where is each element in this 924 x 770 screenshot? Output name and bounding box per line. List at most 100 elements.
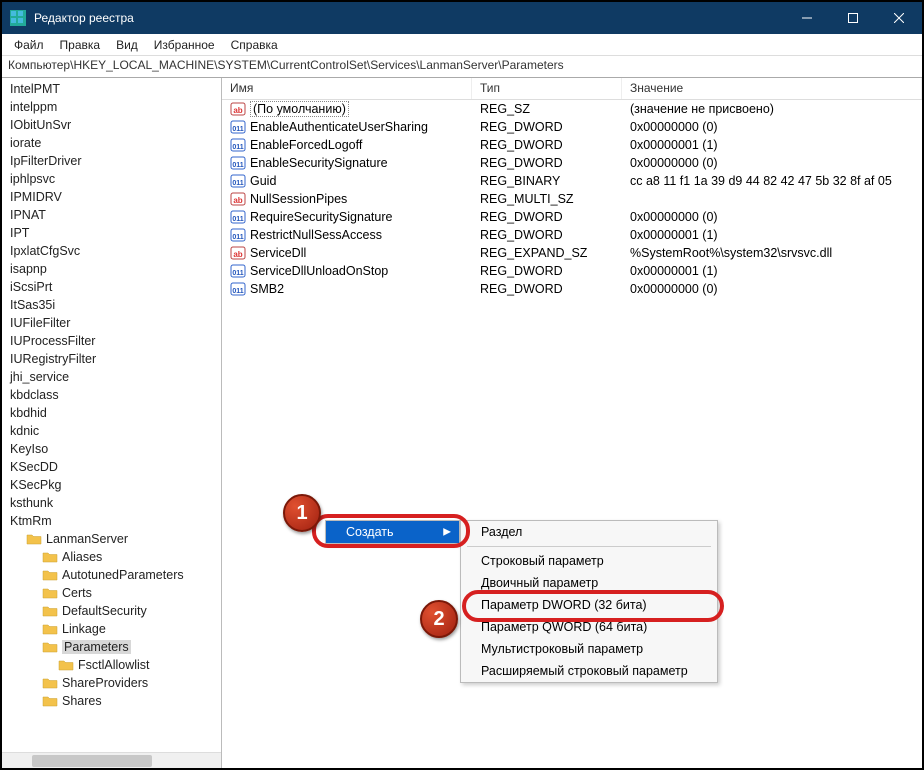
tree-item-label: iorate — [10, 136, 41, 150]
tree-item[interactable]: isapnp — [2, 260, 221, 278]
tree-item[interactable]: iScsiPrt — [2, 278, 221, 296]
submenu-qword[interactable]: Параметр QWORD (64 бита) — [461, 616, 717, 638]
row-type: REG_DWORD — [472, 264, 622, 278]
submenu-string[interactable]: Строковый параметр — [461, 550, 717, 572]
table-row[interactable]: abServiceDllREG_EXPAND_SZ%SystemRoot%\sy… — [222, 244, 922, 262]
tree-item[interactable]: FsctlAllowlist — [2, 656, 221, 674]
row-value: cc a8 11 f1 1a 39 d9 44 82 42 47 5b 32 8… — [622, 174, 922, 188]
tree-item-label: IpxlatCfgSvc — [10, 244, 80, 258]
tree-item-label: KeyIso — [10, 442, 48, 456]
menu-view[interactable]: Вид — [108, 36, 146, 54]
tree-item[interactable]: kdnic — [2, 422, 221, 440]
table-row[interactable]: 011EnableForcedLogoffREG_DWORD0x00000001… — [222, 136, 922, 154]
tree-item[interactable]: DefaultSecurity — [2, 602, 221, 620]
tree-item[interactable]: ksthunk — [2, 494, 221, 512]
menu-file[interactable]: Файл — [6, 36, 52, 54]
tree-item[interactable]: iorate — [2, 134, 221, 152]
tree-item-label: ShareProviders — [62, 676, 148, 690]
col-value-header[interactable]: Значение — [622, 78, 922, 99]
tree-item-label: kdnic — [10, 424, 39, 438]
table-row[interactable]: 011ServiceDllUnloadOnStopREG_DWORD0x0000… — [222, 262, 922, 280]
row-name: (По умолчанию) — [250, 102, 349, 116]
tree-item[interactable]: intelppm — [2, 98, 221, 116]
submenu-expand[interactable]: Расширяемый строковый параметр — [461, 660, 717, 682]
tree-item[interactable]: IUProcessFilter — [2, 332, 221, 350]
tree-item[interactable]: KSecDD — [2, 458, 221, 476]
submenu-dword[interactable]: Параметр DWORD (32 бита) — [461, 594, 717, 616]
tree-item-label: IUProcessFilter — [10, 334, 95, 348]
tree-item-label: IObitUnSvr — [10, 118, 71, 132]
row-value: %SystemRoot%\system32\srvsvc.dll — [622, 246, 922, 260]
tree-item[interactable]: IObitUnSvr — [2, 116, 221, 134]
tree-item[interactable]: AutotunedParameters — [2, 566, 221, 584]
tree-item[interactable]: KeyIso — [2, 440, 221, 458]
close-button[interactable] — [876, 2, 922, 34]
row-value: 0x00000000 (0) — [622, 282, 922, 296]
tree-item[interactable]: IpxlatCfgSvc — [2, 242, 221, 260]
table-row[interactable]: ab(По умолчанию)REG_SZ(значение не присв… — [222, 100, 922, 118]
context-submenu-create: Раздел Строковый параметр Двоичный парам… — [460, 520, 718, 683]
menu-help[interactable]: Справка — [223, 36, 286, 54]
submenu-multi[interactable]: Мультистроковый параметр — [461, 638, 717, 660]
menu-edit[interactable]: Правка — [52, 36, 109, 54]
tree-item-label: Parameters — [62, 640, 131, 654]
table-row[interactable]: 011SMB2REG_DWORD0x00000000 (0) — [222, 280, 922, 298]
tree-item[interactable]: Parameters — [2, 638, 221, 656]
row-type: REG_EXPAND_SZ — [472, 246, 622, 260]
tree-item-label: DefaultSecurity — [62, 604, 147, 618]
table-row[interactable]: 011EnableAuthenticateUserSharingREG_DWOR… — [222, 118, 922, 136]
app-icon — [10, 10, 26, 26]
menu-favorites[interactable]: Избранное — [146, 36, 223, 54]
svg-text:011: 011 — [232, 234, 243, 241]
table-row[interactable]: 011EnableSecuritySignatureREG_DWORD0x000… — [222, 154, 922, 172]
context-create[interactable]: Создать ▶ — [326, 521, 459, 543]
submenu-key[interactable]: Раздел — [461, 521, 717, 543]
col-type-header[interactable]: Тип — [472, 78, 622, 99]
menu-bar: Файл Правка Вид Избранное Справка — [2, 34, 922, 56]
tree-item-label: KSecDD — [10, 460, 58, 474]
tree-item[interactable]: IURegistryFilter — [2, 350, 221, 368]
table-row[interactable]: 011GuidREG_BINARYcc a8 11 f1 1a 39 d9 44… — [222, 172, 922, 190]
tree-item[interactable]: KSecPkg — [2, 476, 221, 494]
row-name: EnableSecuritySignature — [250, 156, 388, 170]
address-bar[interactable]: Компьютер\HKEY_LOCAL_MACHINE\SYSTEM\Curr… — [2, 56, 922, 78]
row-type: REG_DWORD — [472, 156, 622, 170]
tree-item[interactable]: LanmanServer — [2, 530, 221, 548]
svg-text:011: 011 — [232, 216, 243, 223]
tree-item-label: Shares — [62, 694, 102, 708]
tree-item[interactable]: Certs — [2, 584, 221, 602]
tree-item[interactable]: Aliases — [2, 548, 221, 566]
tree-pane[interactable]: IntelPMTintelppm IObitUnSvr iorate IpFilter… — [2, 78, 222, 768]
table-row[interactable]: abNullSessionPipesREG_MULTI_SZ — [222, 190, 922, 208]
row-type: REG_DWORD — [472, 228, 622, 242]
maximize-button[interactable] — [830, 2, 876, 34]
tree-item[interactable]: kbdclass — [2, 386, 221, 404]
tree-item[interactable]: ItSas35i — [2, 296, 221, 314]
tree-item[interactable]: Linkage — [2, 620, 221, 638]
row-name: NullSessionPipes — [250, 192, 347, 206]
submenu-binary[interactable]: Двоичный параметр — [461, 572, 717, 594]
table-row[interactable]: 011RequireSecuritySignatureREG_DWORD0x00… — [222, 208, 922, 226]
tree-item[interactable]: iphlpsvc — [2, 170, 221, 188]
table-row[interactable]: 011RestrictNullSessAccessREG_DWORD0x0000… — [222, 226, 922, 244]
tree-h-scrollbar[interactable] — [2, 752, 221, 768]
tree-item[interactable]: IPNAT — [2, 206, 221, 224]
tree-item[interactable]: Shares — [2, 692, 221, 710]
row-value: 0x00000001 (1) — [622, 228, 922, 242]
window-title: Редактор реестра — [34, 11, 784, 25]
tree-item[interactable]: IPMIDRV — [2, 188, 221, 206]
row-type: REG_DWORD — [472, 138, 622, 152]
tree-item[interactable]: KtmRm — [2, 512, 221, 530]
tree-item[interactable]: IPT — [2, 224, 221, 242]
minimize-button[interactable] — [784, 2, 830, 34]
row-type: REG_DWORD — [472, 282, 622, 296]
title-bar[interactable]: Редактор реестра — [2, 2, 922, 34]
tree-item[interactable]: IUFileFilter — [2, 314, 221, 332]
tree-item[interactable]: jhi_service — [2, 368, 221, 386]
col-name-header[interactable]: Имя — [222, 78, 472, 99]
tree-item[interactable]: IntelPMT — [2, 80, 221, 98]
tree-item-label: ItSas35i — [10, 298, 55, 312]
tree-item[interactable]: IpFilterDriver — [2, 152, 221, 170]
tree-item[interactable]: kbdhid — [2, 404, 221, 422]
tree-item[interactable]: ShareProviders — [2, 674, 221, 692]
